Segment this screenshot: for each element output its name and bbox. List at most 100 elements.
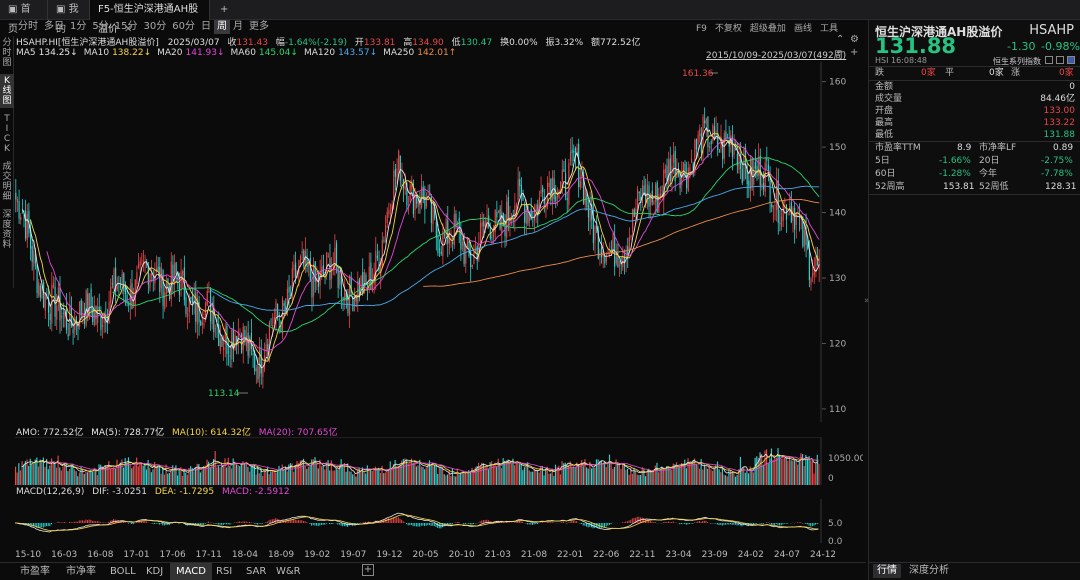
side-tab-1[interactable]: K线图 [0, 74, 14, 108]
tool-3[interactable]: 画线 [794, 24, 812, 34]
macd-bar [633, 518, 635, 523]
amo-bar [217, 466, 220, 485]
minus-icon[interactable]: − [836, 47, 844, 58]
macd-bar [775, 523, 777, 524]
tool-0[interactable]: F9 [696, 24, 707, 34]
tool-1[interactable]: 不复权 [715, 24, 742, 34]
macd-bar [299, 520, 301, 523]
chevron-up-icon[interactable]: ⌃ [836, 34, 844, 45]
tab-mine[interactable]: ▣ 我的 [48, 0, 90, 35]
indicator-tab-0[interactable]: 市盈率 [14, 563, 56, 580]
indicator-tab-5[interactable]: RSI [210, 563, 238, 580]
macd-bar [702, 520, 704, 523]
indicator-tab-6[interactable]: SAR [240, 563, 272, 580]
period-10[interactable]: 更多 [246, 20, 272, 34]
indicator-tab-2[interactable]: BOLL [104, 563, 142, 580]
macd-bar [808, 523, 810, 526]
side-tab-4[interactable]: 深度资料 [0, 208, 14, 252]
menu-icon[interactable] [1045, 56, 1053, 64]
add-tab-button[interactable]: + [212, 0, 232, 20]
amo-bar [345, 471, 347, 485]
amo-bar [669, 467, 671, 485]
macd-bar [720, 523, 722, 525]
side-tab-3[interactable]: 成交明细 [0, 160, 14, 204]
period-0[interactable]: 分时 [15, 20, 41, 34]
candle-body [399, 155, 401, 181]
amo-bar [183, 469, 185, 485]
macd-bar [767, 522, 769, 523]
macd-chart[interactable]: 5.0 0.0 [15, 499, 863, 544]
amo-bar [460, 472, 462, 485]
period-8[interactable]: 周 [213, 20, 230, 34]
amo-bar [443, 474, 445, 485]
indicator-tab-1[interactable]: 市净率 [60, 563, 102, 580]
amo-bar [242, 461, 244, 485]
amo-bar [623, 464, 625, 485]
amo-bar [317, 468, 319, 485]
tab-quote[interactable]: 行情 [873, 564, 901, 578]
candle-body [157, 266, 159, 271]
date-label: 21-03 [485, 550, 511, 560]
macd-bar [569, 521, 571, 523]
macd-bar [70, 522, 72, 523]
tab-active[interactable]: F5-恒生沪深港通AH股溢价 ✕ [90, 0, 210, 35]
macd-bar [227, 523, 229, 525]
add-indicator-icon[interactable]: + [362, 564, 374, 576]
info-icon[interactable] [1067, 56, 1075, 64]
amo-bar [370, 469, 372, 485]
candle-body [362, 272, 364, 294]
period-5[interactable]: 30分 [140, 20, 169, 34]
macd-bar [247, 522, 249, 523]
macd-bar [422, 523, 424, 526]
period-1[interactable]: 多日 [41, 20, 67, 34]
period-key: 5日 [875, 156, 890, 166]
tab-deep-analysis[interactable]: 深度分析 [905, 564, 953, 578]
tab-home[interactable]: ▣ 首页 [0, 0, 48, 35]
period-4[interactable]: 15分 [112, 20, 141, 34]
candle-body [87, 293, 89, 318]
amo-bar [450, 476, 452, 485]
side-tab-2[interactable]: TICK [0, 112, 14, 156]
macd-bar [815, 523, 817, 525]
indicator-tab-4[interactable]: MACD [170, 563, 212, 580]
period-6[interactable]: 60分 [169, 20, 198, 34]
period-3[interactable]: 5分 [89, 20, 111, 34]
chart-tools: F9 不复权 超级叠加 画线 工具 [696, 21, 846, 34]
amo-bar [466, 472, 468, 485]
macd-bar [77, 521, 79, 523]
tool-2[interactable]: 超级叠加 [750, 24, 786, 34]
macd-bar [515, 522, 517, 523]
tool-4[interactable]: 工具 [820, 24, 838, 34]
macd-bar [319, 523, 321, 526]
macd-bar [42, 523, 44, 528]
indicator-tab-7[interactable]: W&R [270, 563, 307, 580]
macd-bar [703, 520, 705, 523]
price-chart[interactable]: 160 150 140 130 120 110 161.36 113.14 [15, 62, 863, 424]
amo-bar [710, 469, 712, 485]
period-9[interactable]: 月 [230, 20, 246, 34]
macd-bar [541, 522, 543, 523]
candle-body [342, 297, 344, 300]
period-2[interactable]: 1分 [67, 20, 89, 34]
indicator-tab-3[interactable]: KDJ [140, 563, 169, 580]
macd-bar [530, 523, 532, 525]
settings-icon[interactable]: ⚙ [850, 34, 859, 45]
amo-bar [651, 471, 653, 485]
macd-bar [209, 522, 211, 523]
amo-bar [16, 472, 18, 485]
candle-body [815, 258, 817, 267]
period-7[interactable]: 日 [198, 20, 214, 34]
window-icon[interactable] [1056, 56, 1064, 64]
amo-chart[interactable]: 1050.00亿 0 [15, 437, 863, 487]
side-tab-0[interactable]: 分时图 [0, 36, 14, 70]
amo-bar [680, 462, 683, 485]
candle-body [93, 309, 95, 326]
plus-icon[interactable]: + [850, 47, 858, 58]
amo-bar [816, 454, 818, 485]
candle-body [72, 329, 74, 334]
date-range[interactable]: 2015/10/09-2025/03/07(492周) [706, 48, 846, 61]
candle-body [164, 292, 166, 309]
candle-body [283, 303, 285, 306]
candle-body [780, 216, 783, 228]
amo-bar [725, 475, 727, 485]
